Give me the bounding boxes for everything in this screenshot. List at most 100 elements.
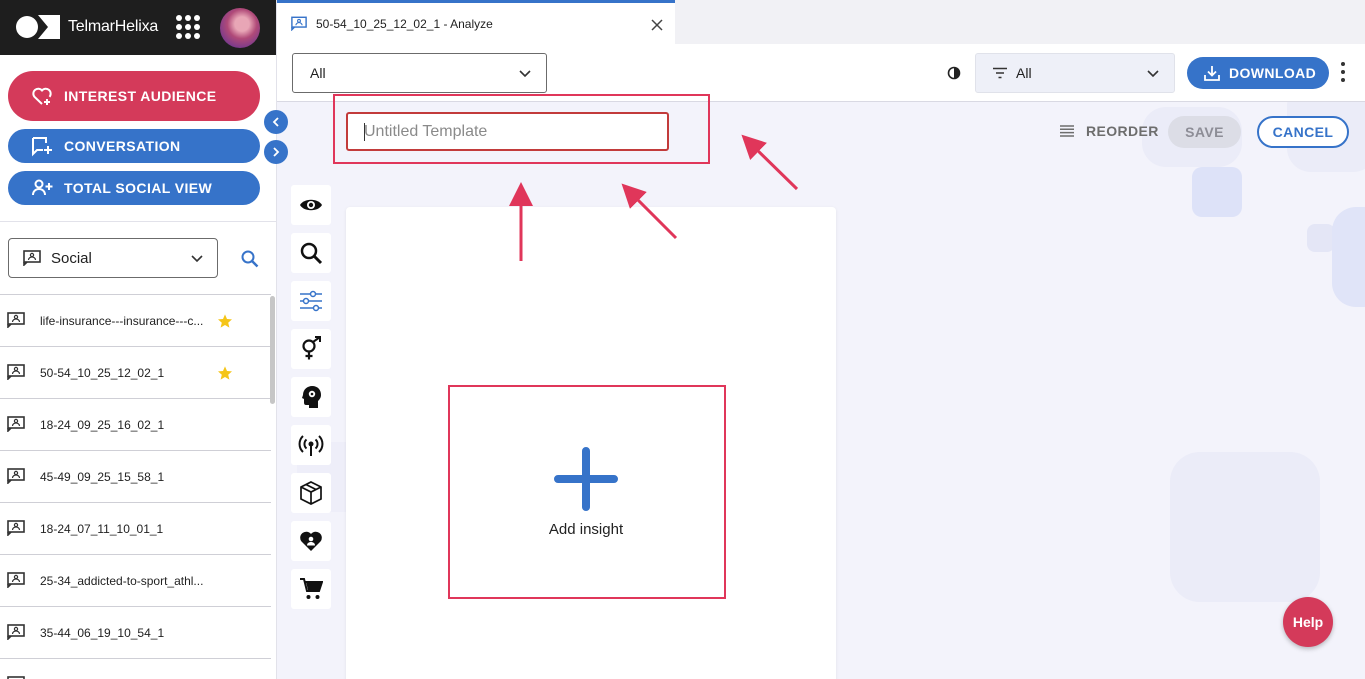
tool-filters[interactable] bbox=[291, 281, 331, 321]
reorder-label: REORDER bbox=[1086, 123, 1159, 139]
reorder-icon bbox=[1060, 125, 1074, 137]
help-label: Help bbox=[1292, 614, 1324, 630]
head-brain-icon bbox=[302, 386, 321, 408]
help-button[interactable]: Help bbox=[1283, 597, 1333, 647]
broadcast-icon bbox=[298, 435, 324, 456]
project-row[interactable]: life-insurance---insurance---c... bbox=[0, 294, 271, 346]
chevron-down-icon bbox=[519, 70, 531, 78]
collapse-sidebar-button[interactable] bbox=[264, 110, 288, 134]
tool-products[interactable] bbox=[291, 473, 331, 513]
social-chat-icon bbox=[7, 312, 25, 328]
total-social-view-label: TOTAL SOCIAL VIEW bbox=[64, 180, 213, 196]
cart-icon bbox=[300, 578, 323, 599]
chevron-right-icon bbox=[273, 147, 280, 157]
filter-select[interactable]: All bbox=[975, 53, 1175, 93]
save-button[interactable]: SAVE bbox=[1168, 116, 1241, 148]
social-chat-icon bbox=[7, 468, 25, 484]
cancel-button[interactable]: CANCEL bbox=[1257, 116, 1349, 148]
sliders-icon bbox=[300, 290, 322, 312]
download-icon bbox=[1204, 66, 1220, 81]
social-chat-icon bbox=[23, 250, 41, 266]
tool-gender[interactable] bbox=[291, 329, 331, 369]
scope-select[interactable]: All bbox=[292, 53, 547, 93]
star-icon[interactable] bbox=[217, 365, 233, 381]
project-row[interactable]: 50-54_10_25_12_02_1 bbox=[0, 346, 271, 398]
project-label: 25-34_addicted-to-sport_athl... bbox=[40, 573, 204, 588]
social-chat-icon bbox=[291, 16, 307, 31]
template-title-input[interactable] bbox=[346, 112, 669, 151]
filter-select-value: All bbox=[1016, 65, 1032, 81]
tab-title: 50-54_10_25_12_02_1 - Analyze bbox=[316, 16, 493, 31]
brand-name: TelmarHelixa bbox=[68, 18, 159, 35]
gender-icon bbox=[302, 336, 321, 360]
box-icon bbox=[300, 481, 322, 505]
cancel-label: CANCEL bbox=[1272, 124, 1334, 140]
tool-media[interactable] bbox=[291, 425, 331, 465]
telmarhelixa-logo-icon bbox=[16, 15, 60, 39]
social-chat-icon bbox=[7, 572, 25, 588]
more-options-icon[interactable] bbox=[1340, 62, 1346, 82]
editor-canvas: REORDER SAVE CANCEL bbox=[277, 102, 1365, 679]
project-row[interactable]: 45-49_09_25_15_58_1 bbox=[0, 450, 271, 502]
avatar[interactable] bbox=[220, 8, 260, 48]
add-insight-button[interactable]: Add insight bbox=[448, 385, 724, 599]
tool-visibility[interactable] bbox=[291, 185, 331, 225]
eye-icon bbox=[300, 199, 322, 211]
insight-panel: Add insight bbox=[346, 207, 836, 679]
conversation-button[interactable]: CONVERSATION bbox=[8, 129, 260, 163]
add-insight-label: Add insight bbox=[548, 520, 624, 538]
project-row[interactable]: 35-44_06_19_10_54_1 bbox=[0, 606, 271, 658]
conversation-label: CONVERSATION bbox=[64, 138, 181, 154]
interest-audience-label: INTEREST AUDIENCE bbox=[64, 88, 217, 104]
project-label: 18-24_07_11_10_01_1 bbox=[40, 521, 164, 536]
project-label: 45-49_09_25_15_58_1 bbox=[40, 469, 165, 484]
social-chat-icon bbox=[7, 520, 25, 536]
tool-psychographics[interactable] bbox=[291, 377, 331, 417]
social-chat-icon bbox=[7, 364, 25, 380]
project-list: life-insurance---insurance---c... 50-54_… bbox=[0, 294, 271, 679]
chat-add-icon bbox=[32, 137, 52, 157]
background-decoration bbox=[1332, 207, 1365, 307]
star-icon[interactable] bbox=[217, 313, 233, 329]
chevron-down-icon bbox=[1147, 70, 1159, 78]
project-row[interactable] bbox=[0, 658, 271, 679]
brand-bar: TelmarHelixa bbox=[0, 0, 276, 55]
tool-shopping[interactable] bbox=[291, 569, 331, 609]
project-label: 18-24_09_25_16_02_1 bbox=[40, 417, 165, 432]
project-row[interactable]: 18-24_09_25_16_02_1 bbox=[0, 398, 271, 450]
download-button[interactable]: DOWNLOAD bbox=[1187, 57, 1329, 89]
plus-icon bbox=[554, 446, 618, 511]
project-label: life-insurance---insurance---c... bbox=[40, 313, 204, 328]
interest-audience-button[interactable]: INTEREST AUDIENCE bbox=[8, 71, 260, 121]
toolbar: All All DOWNLOAD bbox=[277, 44, 1365, 102]
tool-search[interactable] bbox=[291, 233, 331, 273]
list-scrollbar[interactable] bbox=[270, 296, 275, 404]
reorder-button[interactable]: REORDER bbox=[1060, 123, 1159, 139]
total-social-view-button[interactable]: TOTAL SOCIAL VIEW bbox=[8, 171, 260, 205]
source-select[interactable]: Social bbox=[8, 238, 218, 278]
text-cursor bbox=[364, 123, 365, 141]
project-row[interactable]: 25-34_addicted-to-sport_athl... bbox=[0, 554, 271, 606]
project-row[interactable]: 18-24_07_11_10_01_1 bbox=[0, 502, 271, 554]
close-icon[interactable] bbox=[651, 19, 663, 31]
chevron-left-icon bbox=[272, 117, 279, 127]
background-decoration bbox=[1192, 167, 1242, 217]
search-icon[interactable] bbox=[240, 249, 260, 269]
chevron-down-icon bbox=[191, 255, 203, 263]
filter-icon bbox=[993, 67, 1007, 79]
tab-analyze[interactable]: 50-54_10_25_12_02_1 - Analyze bbox=[277, 0, 675, 44]
tool-interests[interactable] bbox=[291, 521, 331, 561]
apps-grid-icon[interactable] bbox=[176, 15, 200, 39]
contrast-icon[interactable] bbox=[947, 66, 961, 80]
heart-add-icon bbox=[32, 87, 52, 105]
project-label: 35-44_06_19_10_54_1 bbox=[40, 625, 165, 640]
sidebar-divider bbox=[0, 221, 276, 222]
source-select-value: Social bbox=[51, 249, 92, 267]
background-decoration bbox=[1170, 452, 1320, 602]
expand-sidebar-button[interactable] bbox=[264, 140, 288, 164]
scope-select-value: All bbox=[310, 65, 326, 81]
insight-tool-rail bbox=[291, 185, 331, 617]
heart-people-icon bbox=[300, 531, 322, 551]
people-add-icon bbox=[32, 179, 53, 196]
download-label: DOWNLOAD bbox=[1229, 65, 1317, 81]
